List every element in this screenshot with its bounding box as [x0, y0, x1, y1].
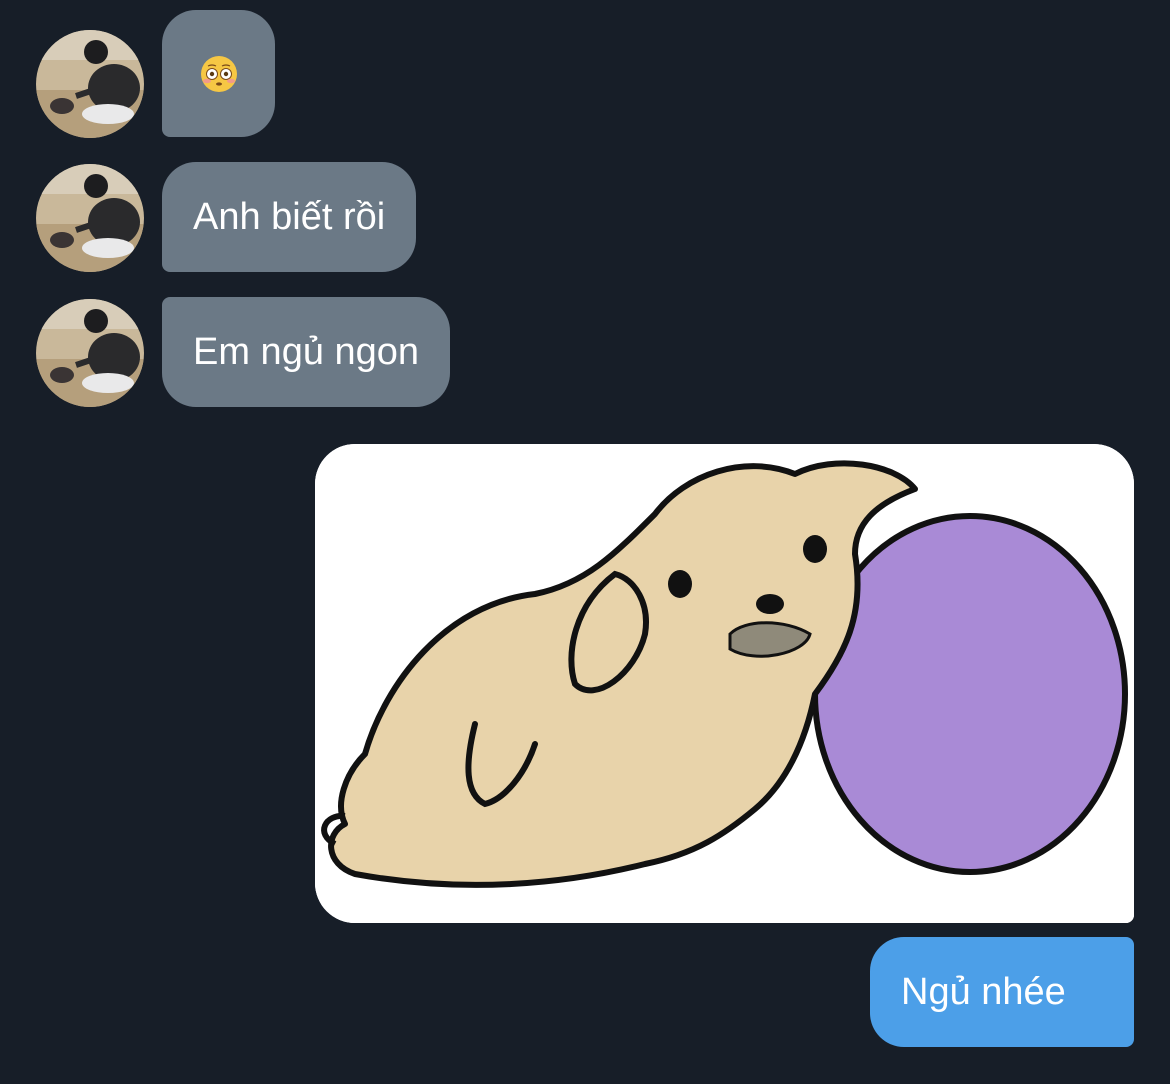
- incoming-message[interactable]: Anh biết rồi: [162, 162, 417, 272]
- message-text: Ngủ nhée: [901, 970, 1066, 1013]
- incoming-message[interactable]: Em ngủ ngon: [162, 297, 451, 407]
- message-text: Anh biết rồi: [193, 195, 386, 238]
- contact-avatar[interactable]: [36, 299, 144, 407]
- chat-thread: Anh biết rồi Em ngủ ngon Ngủ nhée: [0, 0, 1170, 1084]
- flushed-face-icon: [200, 55, 237, 92]
- contact-avatar[interactable]: [36, 30, 144, 138]
- sleepy-dog-with-ball-sticker: [315, 444, 1134, 923]
- outgoing-message[interactable]: Ngủ nhée: [870, 937, 1134, 1047]
- incoming-message[interactable]: [162, 10, 275, 137]
- message-text: Em ngủ ngon: [193, 330, 420, 373]
- contact-avatar[interactable]: [36, 164, 144, 272]
- sticker-message[interactable]: [315, 444, 1134, 923]
